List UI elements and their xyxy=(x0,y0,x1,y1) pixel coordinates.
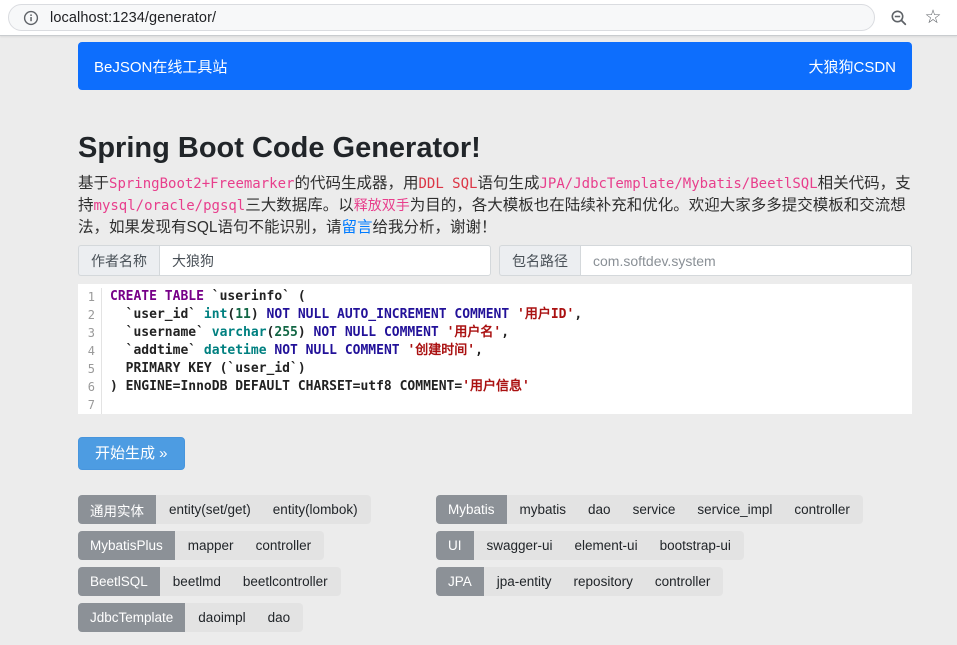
template-column-left: 通用实体entity(set/get)entity(lombok) Mybatis… xyxy=(78,495,436,632)
template-column-right: Mybatismybatisdaoserviceservice_implcont… xyxy=(436,495,863,632)
line-number: 6 xyxy=(78,378,102,396)
page-title: Spring Boot Code Generator! xyxy=(78,133,912,163)
editor-line[interactable]: 1 CREATE TABLE `userinfo` ( xyxy=(78,288,912,306)
template-item-link[interactable]: swagger-ui xyxy=(476,538,564,553)
template-item-link[interactable]: repository xyxy=(563,574,644,589)
description-segment: 释放双手 xyxy=(354,198,410,214)
address-bar[interactable]: localhost:1234/generator/ xyxy=(8,4,875,31)
template-group-items: beetlmdbeetlcontroller xyxy=(160,567,341,596)
package-input-group: 包名路径 xyxy=(499,245,912,276)
star-icon[interactable]: ☆ xyxy=(923,8,943,28)
editor-line-code: `addtime` datetime NOT NULL COMMENT '创建时… xyxy=(110,342,483,360)
template-item-link[interactable]: beetlmd xyxy=(162,574,232,589)
template-item-link[interactable]: service_impl xyxy=(686,502,783,517)
page-background: BeJSON在线工具站 大狼狗CSDN Spring Boot Code Gen… xyxy=(0,36,957,645)
template-group: BeetlSQLbeetlmdbeetlcontroller xyxy=(78,567,341,596)
template-group: 通用实体entity(set/get)entity(lombok) xyxy=(78,495,371,524)
template-group: JdbcTemplatedaoimpldao xyxy=(78,603,303,632)
author-input[interactable] xyxy=(159,245,491,276)
template-item-link[interactable]: dao xyxy=(257,610,302,625)
zoom-out-icon[interactable] xyxy=(889,8,909,28)
sql-editor[interactable]: 1CREATE TABLE `userinfo` (2 `user_id` in… xyxy=(78,284,912,414)
template-item-link[interactable]: bootstrap-ui xyxy=(649,538,742,553)
form-row: 作者名称 包名路径 xyxy=(78,245,912,276)
template-group-items: mappercontroller xyxy=(175,531,324,560)
template-lists: 通用实体entity(set/get)entity(lombok) Mybatis… xyxy=(78,495,912,632)
description-segment: JPA/JdbcTemplate/Mybatis/BeetlSQL xyxy=(540,176,818,192)
description-segment: 三大数据库。以 xyxy=(245,197,354,214)
description-segment: mysql/oracle/pgsql xyxy=(94,198,246,214)
line-number: 3 xyxy=(78,324,102,342)
editor-line[interactable]: 5 PRIMARY KEY (`user_id`) xyxy=(78,360,912,378)
description-segment: 给我分析，谢谢！ xyxy=(373,219,497,236)
template-group-label: MybatisPlus xyxy=(78,531,175,560)
line-number: 2 xyxy=(78,306,102,324)
template-group-label: 通用实体 xyxy=(78,495,156,524)
template-group: JPAjpa-entityrepositorycontroller xyxy=(436,567,723,596)
description-link[interactable]: 留言 xyxy=(342,219,373,236)
editor-line-code: PRIMARY KEY (`user_id`) xyxy=(110,360,306,378)
browser-chrome: localhost:1234/generator/ ☆ xyxy=(0,0,957,36)
template-item-link[interactable]: entity(set/get) xyxy=(158,502,262,517)
description-segment: 语句生成 xyxy=(477,175,539,192)
line-number: 4 xyxy=(78,342,102,360)
template-item-link[interactable]: daoimpl xyxy=(187,610,256,625)
template-group-label: UI xyxy=(436,531,474,560)
editor-line-code: ) ENGINE=InnoDB DEFAULT CHARSET=utf8 COM… xyxy=(110,378,530,396)
editor-line[interactable]: 6 ) ENGINE=InnoDB DEFAULT CHARSET=utf8 CO… xyxy=(78,378,912,396)
author-input-group: 作者名称 xyxy=(78,245,491,276)
editor-line[interactable]: 2 `user_id` int(11) NOT NULL AUTO_INCREM… xyxy=(78,306,912,324)
template-item-link[interactable]: element-ui xyxy=(564,538,649,553)
page-description: 基于SpringBoot2+Freemarker的代码生成器，用DDL SQL语… xyxy=(78,173,912,239)
description-segment: 基于 xyxy=(78,175,109,192)
navbar: BeJSON在线工具站 大狼狗CSDN xyxy=(78,42,912,90)
template-item-link[interactable]: entity(lombok) xyxy=(262,502,369,517)
editor-line[interactable]: 4 `addtime` datetime NOT NULL COMMENT '创… xyxy=(78,342,912,360)
editor-line-code: `user_id` int(11) NOT NULL AUTO_INCREMEN… xyxy=(110,306,582,324)
template-item-link[interactable]: controller xyxy=(783,502,861,517)
navbar-link-csdn[interactable]: 大狼狗CSDN xyxy=(808,56,896,77)
generate-button[interactable]: 开始生成 » xyxy=(78,437,185,470)
description-segment: 的代码生成器，用 xyxy=(294,175,418,192)
template-group: MybatisPlusmappercontroller xyxy=(78,531,324,560)
template-item-link[interactable]: mapper xyxy=(177,538,245,553)
template-item-link[interactable]: beetlcontroller xyxy=(232,574,339,589)
template-group-items: jpa-entityrepositorycontroller xyxy=(484,567,724,596)
editor-line-code: CREATE TABLE `userinfo` ( xyxy=(110,288,306,306)
author-label: 作者名称 xyxy=(78,245,159,276)
editor-line-code: `username` varchar(255) NOT NULL COMMENT… xyxy=(110,324,509,342)
url-text: localhost:1234/generator/ xyxy=(50,10,216,26)
navbar-brand[interactable]: BeJSON在线工具站 xyxy=(94,56,227,77)
template-group-items: swagger-uielement-uibootstrap-ui xyxy=(474,531,744,560)
info-icon[interactable] xyxy=(21,8,41,28)
content-container: BeJSON在线工具站 大狼狗CSDN Spring Boot Code Gen… xyxy=(78,36,912,632)
template-group-label: BeetlSQL xyxy=(78,567,160,596)
template-item-link[interactable]: service xyxy=(622,502,687,517)
package-label: 包名路径 xyxy=(499,245,580,276)
template-item-link[interactable]: controller xyxy=(644,574,722,589)
template-group-label: JdbcTemplate xyxy=(78,603,185,632)
template-item-link[interactable]: jpa-entity xyxy=(486,574,563,589)
template-group-items: entity(set/get)entity(lombok) xyxy=(156,495,371,524)
template-group: Mybatismybatisdaoserviceservice_implcont… xyxy=(436,495,863,524)
template-group-label: Mybatis xyxy=(436,495,507,524)
description-segment: SpringBoot2+Freemarker xyxy=(109,176,294,192)
template-group-label: JPA xyxy=(436,567,484,596)
description-segment: DDL SQL xyxy=(418,176,477,192)
template-group: UIswagger-uielement-uibootstrap-ui xyxy=(436,531,744,560)
line-number: 1 xyxy=(78,288,102,306)
template-item-link[interactable]: mybatis xyxy=(509,502,578,517)
template-item-link[interactable]: dao xyxy=(577,502,622,517)
line-number: 5 xyxy=(78,360,102,378)
line-number: 7 xyxy=(78,396,102,414)
editor-line[interactable]: 3 `username` varchar(255) NOT NULL COMME… xyxy=(78,324,912,342)
template-item-link[interactable]: controller xyxy=(245,538,323,553)
package-input[interactable] xyxy=(580,245,912,276)
template-group-items: daoimpldao xyxy=(185,603,303,632)
template-group-items: mybatisdaoserviceservice_implcontroller xyxy=(507,495,863,524)
editor-line[interactable]: 7 xyxy=(78,396,912,414)
